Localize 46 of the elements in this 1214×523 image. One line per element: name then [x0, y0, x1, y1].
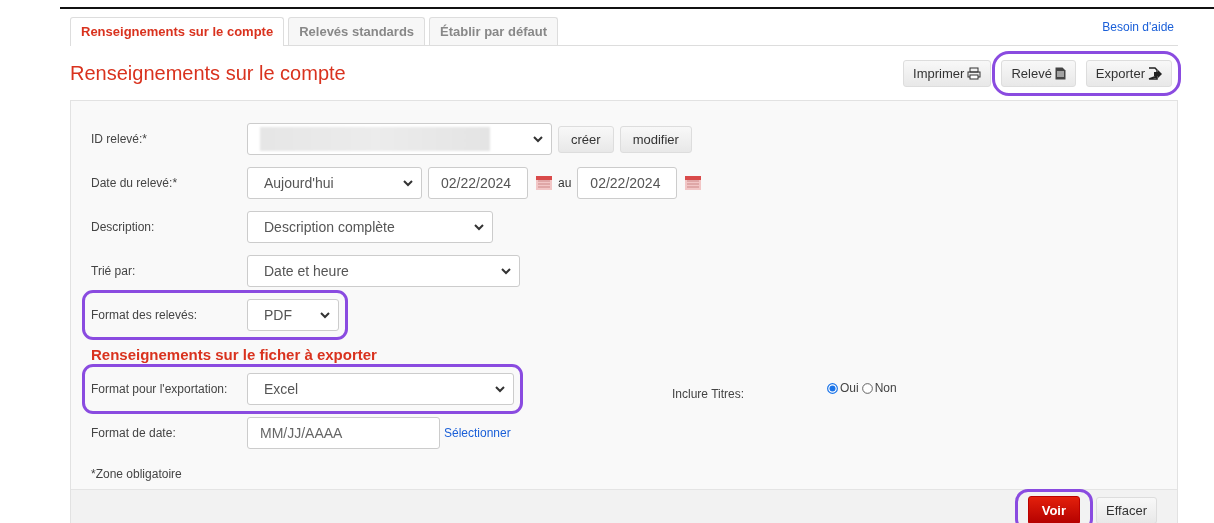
radio-button[interactable]: [827, 382, 838, 394]
date-field[interactable]: 02/22/2024: [428, 167, 528, 199]
action-button[interactable]: créer: [558, 125, 614, 153]
select-field[interactable]: Excel: [247, 373, 514, 405]
select-link[interactable]: Sélectionner: [444, 426, 511, 440]
radio-button[interactable]: [861, 382, 873, 394]
field-label: ID relevé:*: [91, 132, 149, 146]
select-field[interactable]: PDF: [247, 299, 339, 331]
chevron-icon: [320, 311, 330, 319]
date-field[interactable]: 02/22/2024: [577, 167, 678, 199]
date-format-field[interactable]: MM/JJ/AAAA: [247, 417, 440, 449]
toolbar-button[interactable]: Imprimer: [903, 59, 992, 87]
chevron-icon: [403, 179, 413, 187]
radio-label: Non: [874, 381, 897, 395]
document-icon: [1054, 66, 1066, 80]
printer-icon: [967, 66, 982, 80]
range-separator: au: [558, 176, 572, 190]
toolbar-button[interactable]: Relevé: [1001, 59, 1076, 87]
section-heading: Renseignements sur le ficher à exporter: [91, 345, 378, 363]
select-field[interactable]: Description complète: [247, 211, 493, 243]
field-label: Format pour l'exportation:: [91, 382, 229, 396]
view-button[interactable]: Voir: [1027, 496, 1081, 523]
field-label: Format de date:: [91, 426, 177, 440]
action-button[interactable]: modifier: [619, 125, 692, 153]
tab[interactable]: Renseignements sur le compte: [70, 17, 285, 46]
select-field[interactable]: [247, 123, 552, 155]
field-label: Inclure Titres:: [672, 387, 746, 401]
help-link[interactable]: Besoin d'aide: [1102, 20, 1174, 34]
field-label: Format des relevés:: [91, 308, 199, 322]
chevron-icon: [474, 223, 484, 231]
chevron-icon: [501, 267, 511, 275]
field-label: Description:: [91, 220, 156, 234]
export-icon: [1148, 66, 1162, 80]
field-label: Trié par:: [91, 264, 137, 278]
required-note: *Zone obligatoire: [91, 466, 183, 483]
toolbar-button[interactable]: Exporter: [1085, 59, 1172, 87]
chevron-icon: [495, 385, 505, 393]
calendar-icon[interactable]: [536, 176, 552, 190]
field-label: Date du relevé:*: [91, 176, 179, 190]
clear-button[interactable]: Effacer: [1096, 497, 1157, 523]
calendar-icon[interactable]: [685, 176, 702, 190]
page-title: Renseignements sur le compte: [70, 61, 346, 85]
select-field[interactable]: Date et heure: [247, 255, 520, 287]
chevron-icon: [533, 135, 543, 143]
select-field[interactable]: Aujourd'hui: [247, 167, 422, 199]
radio-label: Oui: [840, 381, 859, 395]
